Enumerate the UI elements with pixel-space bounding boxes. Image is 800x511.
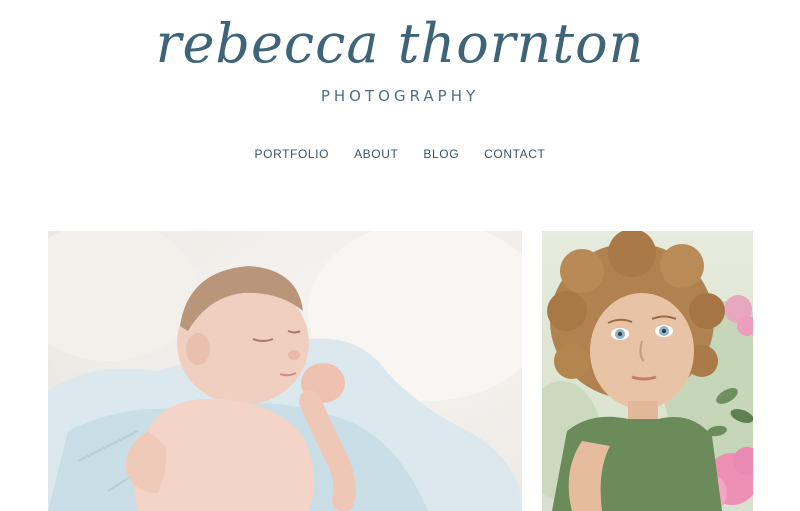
nav-item-blog[interactable]: BLOG bbox=[423, 146, 459, 162]
logo-subtitle[interactable]: PHOTOGRAPHY bbox=[0, 86, 800, 106]
gallery-photo-child[interactable] bbox=[542, 231, 753, 511]
nav-item-about[interactable]: ABOUT bbox=[354, 146, 398, 162]
nav-item-contact[interactable]: CONTACT bbox=[484, 146, 545, 162]
page: rebecca thornton PHOTOGRAPHY PORTFOLIO A… bbox=[0, 0, 800, 511]
main-nav: PORTFOLIO ABOUT BLOG CONTACT bbox=[0, 146, 800, 162]
nav-item-portfolio[interactable]: PORTFOLIO bbox=[255, 146, 330, 162]
gallery-photo-newborn[interactable] bbox=[48, 231, 522, 511]
child-illustration bbox=[542, 231, 753, 511]
newborn-illustration bbox=[48, 231, 522, 511]
logo-script-title[interactable]: rebecca thornton bbox=[0, 4, 800, 84]
